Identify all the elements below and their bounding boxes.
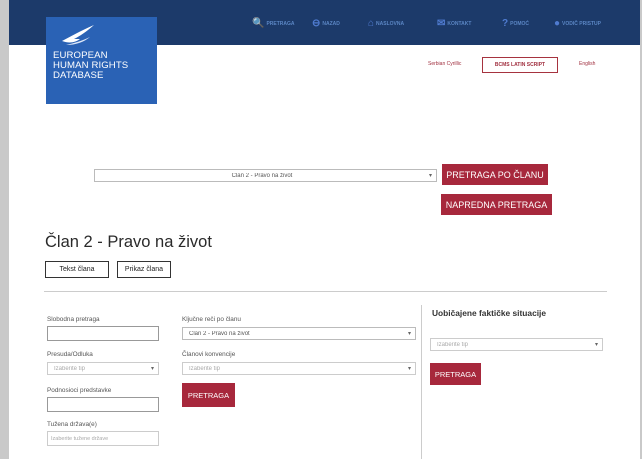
judgment-label: Presuda/Odluka [47, 351, 93, 358]
nav-label: NASLOVNA [376, 21, 405, 27]
chevron-down-icon: ▾ [407, 331, 411, 337]
site-logo[interactable]: EUROPEAN HUMAN RIGHTS DATABASE [46, 17, 157, 104]
help-icon: ? [502, 18, 509, 29]
search-by-article-button[interactable]: PRETRAGA PO ČLANU [442, 164, 548, 185]
facts-heading: Uobičajene faktičke situacije [432, 308, 547, 318]
nav-label: VODIČ PRISTUP [562, 21, 601, 27]
respondent-label: Tužena država(e) [47, 421, 97, 428]
nav-contact[interactable]: ✉ KONTAKT [437, 18, 471, 30]
respondent-input[interactable]: Izaberite tužene države [47, 431, 159, 446]
nav-label: POMOĆ [510, 21, 529, 27]
nav-label: PRETRAGA [266, 21, 295, 27]
nav-label: KONTAKT [447, 21, 472, 27]
back-arrow-icon: ⊖ [312, 18, 321, 29]
mail-icon: ✉ [437, 18, 446, 29]
facts-select[interactable]: Izaberite tip ▾ [430, 338, 603, 351]
chevron-down-icon: ▾ [428, 173, 432, 179]
lang-latin-button[interactable]: BCMS LATIN SCRIPT [482, 57, 558, 73]
nav-search[interactable]: 🔍 PRETRAGA [252, 18, 295, 30]
convention-label: Članovi konvencije [182, 351, 236, 358]
article-select-value: Član 2 - Pravo na život [231, 172, 293, 179]
nav-back[interactable]: ⊖ NAZAD [312, 18, 340, 30]
free-search-label: Slobodna pretraga [47, 316, 100, 323]
search-button[interactable]: PRETRAGA [182, 383, 235, 407]
column-divider [421, 305, 422, 459]
judgment-select[interactable]: Izaberite tip ▾ [47, 362, 159, 375]
bird-logo-icon [62, 25, 94, 45]
nav-home[interactable]: ⌂ NASLOVNA [368, 18, 404, 30]
guide-icon: ● [554, 18, 561, 29]
chevron-down-icon: ▾ [407, 366, 411, 372]
page-title: Član 2 - Pravo na život [45, 233, 212, 251]
keywords-select[interactable]: Član 2 - Pravo na život ▾ [182, 327, 416, 340]
home-icon: ⌂ [368, 18, 375, 29]
free-search-input[interactable] [47, 326, 159, 341]
search-icon: 🔍 [252, 18, 265, 29]
judgment-select-value: Izaberite tip [54, 365, 86, 372]
lang-english-link[interactable]: English [579, 61, 595, 67]
nav-label: NAZAD [322, 21, 340, 27]
lang-cyrillic-link[interactable]: Serbian Cyrillic [428, 61, 461, 67]
divider [44, 291, 607, 292]
convention-select-value: Izaberite tip [189, 365, 221, 372]
chevron-down-icon: ▾ [594, 342, 598, 348]
facts-search-button[interactable]: PRETRAGA [430, 363, 481, 385]
keywords-select-value: Član 2 - Pravo na život [189, 330, 250, 337]
applicants-input[interactable] [47, 397, 159, 412]
article-text-button[interactable]: Tekst člana [45, 261, 109, 278]
article-select[interactable]: Član 2 - Pravo na život ▾ [94, 169, 437, 182]
advanced-search-button[interactable]: NAPREDNA PRETRAGA [441, 194, 552, 215]
convention-select[interactable]: Izaberite tip ▾ [182, 362, 416, 375]
facts-select-value: Izaberite tip [437, 341, 469, 348]
keywords-label: Ključne reči po članu [182, 316, 241, 323]
chevron-down-icon: ▾ [150, 366, 154, 372]
article-display-button[interactable]: Prikaz člana [117, 261, 171, 278]
logo-line: DATABASE [53, 70, 104, 81]
applicants-label: Podnosioci predstavke [47, 387, 112, 394]
nav-help[interactable]: ? POMOĆ [502, 18, 529, 30]
nav-guide[interactable]: ● VODIČ PRISTUP [554, 18, 601, 30]
